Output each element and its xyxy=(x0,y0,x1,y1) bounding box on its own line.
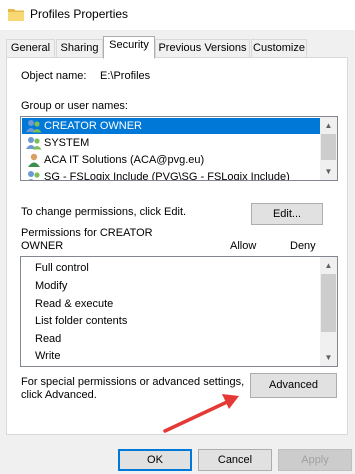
change-permissions-text: To change permissions, click Edit. xyxy=(21,206,187,218)
object-name-label: Object name: xyxy=(21,70,87,82)
permission-row: Full control xyxy=(35,262,89,274)
tab-customize[interactable]: Customize xyxy=(251,39,307,58)
users-icon xyxy=(26,120,42,133)
permission-row: Write xyxy=(35,350,61,362)
group-names-label: Group or user names: xyxy=(21,100,128,112)
special-permissions-text-2: click Advanced. xyxy=(21,389,97,401)
users-icon xyxy=(26,137,42,150)
tab-general[interactable]: General xyxy=(6,39,55,58)
object-name-value: E:\Profiles xyxy=(100,70,151,82)
apply-button[interactable]: Apply xyxy=(278,449,352,471)
group-name: ACA IT Solutions (ACA@pvg.eu) xyxy=(44,154,205,166)
scroll-down-icon[interactable]: ▼ xyxy=(320,163,337,180)
ok-button[interactable]: OK xyxy=(118,449,192,471)
permissions-list-scrollbar[interactable]: ▲ ▼ xyxy=(320,257,337,366)
title-bar: Profiles Properties xyxy=(0,0,355,30)
permission-row: Read & execute xyxy=(35,298,114,310)
scroll-down-icon[interactable]: ▼ xyxy=(320,349,337,366)
group-list[interactable]: CREATOR OWNER SYSTEM ACA IT Solutions (A… xyxy=(20,116,338,181)
group-name: CREATOR OWNER xyxy=(44,120,142,132)
group-item-sg-fslogix-include[interactable]: SG - FSLogix Include (PVG\SG - FSLogix I… xyxy=(22,169,320,181)
user-icon xyxy=(28,153,40,167)
window-title: Profiles Properties xyxy=(30,7,129,21)
permission-row: Modify xyxy=(35,280,68,292)
group-item-creator-owner[interactable]: CREATOR OWNER xyxy=(22,118,320,134)
folder-icon xyxy=(8,9,24,21)
group-name: SYSTEM xyxy=(44,137,90,149)
scroll-up-icon[interactable]: ▲ xyxy=(320,117,337,134)
tab-sharing[interactable]: Sharing xyxy=(56,39,103,58)
permissions-for-label-owner: OWNER xyxy=(21,240,64,252)
special-permissions-text: For special permissions or advanced sett… xyxy=(21,376,245,388)
scroll-thumb[interactable] xyxy=(321,134,336,160)
deny-header: Deny xyxy=(290,240,316,252)
group-name: SG - FSLogix Include (PVG\SG - FSLogix I… xyxy=(44,171,290,181)
tab-strip: General Sharing Security Previous Versio… xyxy=(0,36,355,59)
scroll-up-icon[interactable]: ▲ xyxy=(320,257,337,274)
advanced-button[interactable]: Advanced xyxy=(250,373,337,398)
edit-button[interactable]: Edit... xyxy=(251,203,323,225)
tab-security[interactable]: Security xyxy=(103,36,155,59)
scroll-thumb[interactable] xyxy=(321,274,336,332)
group-list-scrollbar[interactable]: ▲ ▼ xyxy=(320,117,337,180)
permissions-for-label: Permissions for CREATOR xyxy=(21,227,153,239)
cancel-button[interactable]: Cancel xyxy=(198,449,272,471)
users-icon xyxy=(28,171,40,180)
security-panel: Object name: E:\Profiles Group or user n… xyxy=(6,57,348,435)
group-item-system[interactable]: SYSTEM xyxy=(22,135,320,151)
permissions-list[interactable]: Full control Modify Read & execute List … xyxy=(20,256,338,367)
allow-header: Allow xyxy=(230,240,257,252)
tab-previous-versions[interactable]: Previous Versions xyxy=(155,39,250,58)
group-item-aca-it-solutions[interactable]: ACA IT Solutions (ACA@pvg.eu) xyxy=(22,152,320,168)
permission-row: Read xyxy=(35,333,62,345)
permission-row: List folder contents xyxy=(35,315,128,327)
